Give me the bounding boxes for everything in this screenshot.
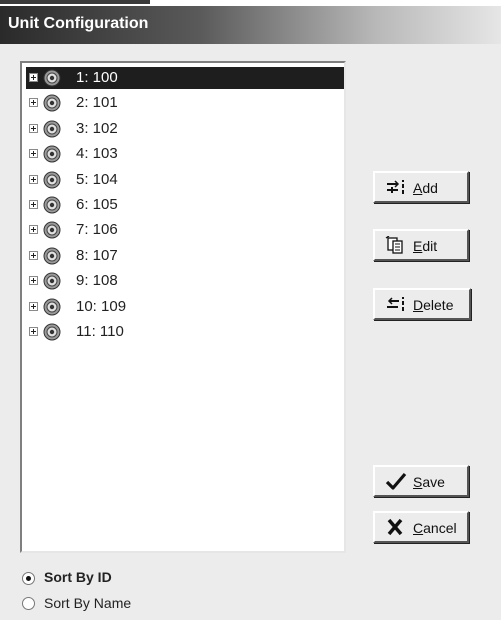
expand-toggle-icon[interactable] xyxy=(29,123,38,133)
unit-tree[interactable]: 1: 100 2: 101 3: 102 4: 103 5: 104 6: 105 7: 1… xyxy=(20,61,346,553)
sort-by-name-radio[interactable] xyxy=(22,597,35,610)
expand-toggle-icon[interactable] xyxy=(29,73,38,82)
expand-toggle-icon[interactable] xyxy=(29,250,38,260)
checkmark-icon xyxy=(385,472,407,490)
tree-item[interactable]: 4: 103 xyxy=(26,143,344,165)
edit-button-label: Edit xyxy=(413,238,438,254)
add-icon xyxy=(387,180,404,194)
expand-toggle-icon[interactable] xyxy=(29,276,38,286)
delete-button-label: Delete xyxy=(413,297,454,313)
cancel-button[interactable]: Cancel xyxy=(373,511,469,543)
expand-toggle-icon[interactable] xyxy=(29,301,38,311)
top-edge-accent xyxy=(0,0,150,4)
expand-toggle-icon[interactable] xyxy=(29,98,38,108)
tree-item-label: 1: 100 xyxy=(76,69,118,86)
unit-icon xyxy=(43,171,61,189)
unit-icon xyxy=(43,69,61,87)
unit-icon xyxy=(43,196,61,214)
sort-by-id-radio[interactable] xyxy=(22,572,35,585)
unit-icon xyxy=(43,247,61,265)
tree-item-label: 6: 105 xyxy=(76,196,118,213)
tree-item-label: 7: 106 xyxy=(76,221,118,239)
add-button[interactable]: Add xyxy=(373,171,469,203)
tree-item-label: 8: 107 xyxy=(76,246,118,264)
edit-icon xyxy=(385,236,403,254)
unit-icon xyxy=(43,298,61,316)
unit-configuration-window: Unit Configuration 1: 100 2: 101 3: 102 4: … xyxy=(0,0,501,620)
tree-item[interactable]: 3: 102 xyxy=(26,118,344,140)
tree-item[interactable]: 1: 100 xyxy=(26,67,344,89)
tree-item[interactable]: 9: 108 xyxy=(26,270,344,292)
title-bar[interactable]: Unit Configuration xyxy=(0,6,501,44)
tree-item[interactable]: 7: 106 xyxy=(26,219,344,241)
tree-item[interactable]: 6: 105 xyxy=(26,194,344,216)
expand-toggle-icon[interactable] xyxy=(29,225,38,235)
tree-item-label: 9: 108 xyxy=(76,272,118,290)
tree-item-label: 11: 110 xyxy=(76,323,124,340)
tree-item[interactable]: 11: 110 xyxy=(26,321,344,343)
unit-icon xyxy=(43,323,61,341)
sort-by-name-label[interactable]: Sort By Name xyxy=(44,595,131,611)
expand-toggle-icon[interactable] xyxy=(29,174,38,184)
unit-icon xyxy=(43,221,61,239)
cancel-button-label: Cancel xyxy=(413,520,457,536)
expand-toggle-icon[interactable] xyxy=(29,149,38,159)
tree-item[interactable]: 2: 101 xyxy=(26,92,344,114)
unit-icon xyxy=(43,272,61,290)
delete-icon xyxy=(387,297,404,311)
tree-item-label: 10: 109 xyxy=(76,297,127,315)
unit-icon xyxy=(43,94,61,112)
expand-toggle-icon[interactable] xyxy=(29,327,38,336)
sort-by-id-label[interactable]: Sort By ID xyxy=(44,569,112,585)
tree-item-label: 3: 102 xyxy=(76,119,118,137)
save-button-label: Save xyxy=(413,474,445,490)
save-button[interactable]: Save xyxy=(373,465,469,497)
add-button-label: Add xyxy=(413,180,438,196)
tree-item[interactable]: 5: 104 xyxy=(26,169,344,191)
tree-item-label: 4: 103 xyxy=(76,145,118,163)
tree-item-label: 2: 101 xyxy=(76,94,118,112)
delete-button[interactable]: Delete xyxy=(373,288,471,320)
window-title: Unit Configuration xyxy=(8,15,149,32)
tree-item[interactable]: 8: 107 xyxy=(26,245,344,267)
tree-item[interactable]: 10: 109 xyxy=(26,296,344,318)
x-icon xyxy=(387,518,403,536)
unit-icon xyxy=(43,145,61,163)
unit-icon xyxy=(43,120,61,138)
expand-toggle-icon[interactable] xyxy=(29,200,38,209)
tree-item-label: 5: 104 xyxy=(76,170,118,188)
edit-button[interactable]: Edit xyxy=(373,229,469,261)
